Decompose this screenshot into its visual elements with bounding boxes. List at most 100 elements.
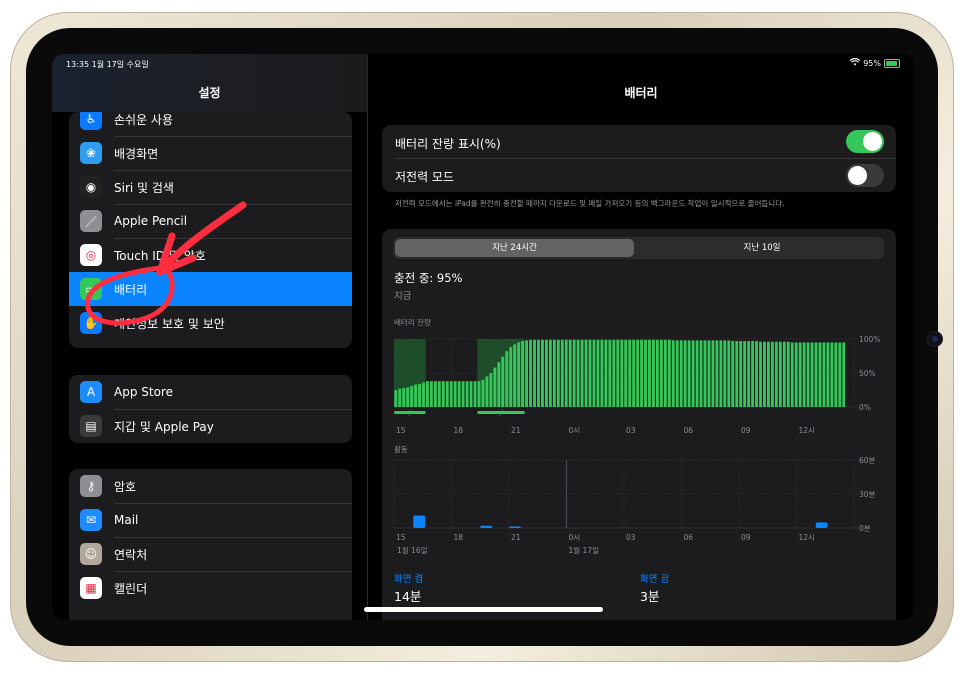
- battery-level-bar: [652, 339, 655, 407]
- sidebar-item-label: 손쉬운 사용: [114, 112, 174, 127]
- battery-level-bar: [655, 339, 659, 407]
- battery-level-bar: [449, 381, 453, 407]
- y-tick-label: 50%: [859, 369, 876, 378]
- sidebar-item-siri[interactable]: ◉ Siri 및 검색: [69, 170, 352, 204]
- battery-level-bar: [469, 381, 473, 407]
- x-tick-label: 09: [741, 533, 751, 542]
- sidebar-item-key[interactable]: ⚷ 암호: [69, 469, 352, 503]
- sidebar-item-mail[interactable]: ✉ Mail: [69, 503, 352, 537]
- battery-level-bar: [501, 356, 505, 407]
- battery-level-bar: [414, 384, 417, 407]
- tab-last-24-hours[interactable]: 지난 24시간: [395, 239, 634, 257]
- calendar-icon: ▦: [80, 577, 102, 599]
- activity-chart-title: 활동: [394, 444, 408, 454]
- battery-level-bar: [806, 342, 810, 407]
- battery-level-bar: [517, 342, 521, 407]
- battery-level-bar: [418, 383, 421, 407]
- tab-last-10-days[interactable]: 지난 10일: [642, 239, 882, 257]
- battery-level-bar: [473, 381, 477, 407]
- battery-level-bar: [723, 340, 727, 407]
- sidebar-item-label: 개인정보 보호 및 보안: [114, 316, 225, 331]
- low-power-label: 저전력 모드: [395, 170, 455, 184]
- battery-level-bar: [770, 341, 774, 407]
- sidebar-item-wallpaper[interactable]: ❀ 배경화면: [69, 136, 352, 170]
- sidebar-item-fingerprint[interactable]: ◎ Touch ID 및 암호: [69, 238, 352, 272]
- battery-level-bar: [735, 341, 739, 407]
- sidebar-item-label: App Store: [114, 385, 173, 399]
- battery-level-bar: [818, 342, 822, 407]
- battery-level-chart-title: 배터리 잔량: [394, 317, 431, 327]
- battery-level-bar: [437, 381, 441, 407]
- settings-group-3: ⚷ 암호 ✉ Mail ☺ 연락처 ▦ 캘린더: [69, 469, 352, 620]
- sidebar-item-hand[interactable]: ✋ 개인정보 보호 및 보안: [69, 306, 352, 340]
- x-tick-label: 09: [741, 426, 751, 433]
- battery-level-bar: [794, 342, 798, 407]
- status-right: 95%: [849, 58, 900, 68]
- battery-level-bar: [790, 342, 794, 407]
- battery-level-bar: [608, 339, 612, 407]
- ipad-screen: 13:35 1월 17일 수요일 설정 ♿ 손쉬운 사용 ❀ 배경화면 ◉ Siri 및 …: [52, 54, 914, 620]
- x-tick-label: 06: [684, 426, 694, 433]
- low-power-toggle[interactable]: [846, 164, 884, 187]
- sidebar-item-accessibility[interactable]: ♿ 손쉬운 사용: [69, 112, 352, 136]
- sidebar-item-pencil[interactable]: ／ Apple Pencil: [69, 204, 352, 238]
- hand-icon: ✋: [80, 312, 102, 334]
- sidebar-item-contacts[interactable]: ☺ 연락처: [69, 537, 352, 571]
- low-power-note: 저전력 모드에서는 iPad를 완전히 충전할 때까지 다운로드 및 메일 가져…: [395, 199, 785, 208]
- battery-level-bar: [580, 339, 584, 407]
- battery-level-bar: [588, 339, 592, 407]
- battery-level-bar: [429, 381, 433, 407]
- activity-bar: [509, 526, 521, 528]
- battery-level-bar: [759, 341, 762, 407]
- home-indicator[interactable]: [364, 607, 603, 612]
- sidebar-item-appstore[interactable]: A App Store: [69, 375, 352, 409]
- battery-level-chart: 배터리 잔량 ⚡ ⚡ 100% 50% 0% 15 18 21 0시 03 06 09 12시: [393, 317, 880, 433]
- battery-level-bar: [592, 339, 596, 407]
- fingerprint-icon: ◎: [80, 244, 102, 266]
- battery-level-bar: [691, 340, 695, 407]
- x-tick-label: 12시: [799, 426, 815, 433]
- settings-sidebar: 13:35 1월 17일 수요일 설정 ♿ 손쉬운 사용 ❀ 배경화면 ◉ Siri 및 …: [52, 54, 367, 620]
- wallpaper-icon: ❀: [80, 142, 102, 164]
- x-tick-label: 15: [396, 426, 406, 433]
- appstore-icon: A: [80, 381, 102, 403]
- battery-level-bar: [521, 341, 525, 407]
- battery-level-bar: [640, 339, 643, 407]
- battery-level-bar: [648, 339, 651, 407]
- battery-level-bar: [461, 381, 465, 407]
- y-tick-label: 100%: [859, 335, 880, 344]
- x-tick-label: 21: [511, 533, 521, 542]
- sidebar-item-calendar[interactable]: ▦ 캘린더: [69, 571, 352, 605]
- battery-level-bar: [576, 339, 580, 407]
- battery-detail-pane: 95% 배터리 배터리 잔량 표시(%) 저전력 모드 저전력 모드에서는 iP…: [368, 54, 914, 620]
- battery-level-bar: [604, 339, 608, 407]
- battery-status-icon: [884, 58, 900, 68]
- battery-level-bar: [572, 339, 576, 407]
- battery-icon: ▭: [80, 278, 102, 300]
- battery-percentage-toggle[interactable]: [846, 130, 884, 153]
- battery-level-bar: [810, 342, 814, 407]
- battery-level-bar: [715, 340, 719, 407]
- sidebar-item-label: 연락처: [114, 547, 148, 562]
- battery-level-bar: [707, 340, 711, 407]
- battery-level-bar: [636, 339, 640, 407]
- contacts-icon: ☺: [80, 543, 102, 565]
- x-tick-label: 0시: [569, 533, 581, 542]
- battery-level-bar: [505, 351, 509, 407]
- x-tick-label: 06: [684, 533, 694, 542]
- screen-off-label: 화면 끔: [640, 574, 670, 585]
- battery-percentage-label: 배터리 잔량 표시(%): [395, 137, 501, 151]
- battery-level-bar: [838, 342, 842, 407]
- sidebar-item-battery[interactable]: ▭ 배터리: [69, 272, 352, 306]
- battery-level-bar: [433, 381, 437, 407]
- sidebar-item-wallet[interactable]: ▤ 지갑 및 Apple Pay: [69, 409, 352, 443]
- siri-icon: ◉: [80, 176, 102, 198]
- battery-level-bar: [509, 347, 513, 407]
- x-tick-label: 18: [454, 533, 464, 542]
- battery-level-bar: [410, 385, 414, 407]
- battery-level-bar: [445, 381, 449, 407]
- battery-level-bar: [671, 340, 675, 407]
- charging-time: 지금: [394, 291, 412, 302]
- x-tick-label: 03: [626, 533, 636, 542]
- page-title: 배터리: [624, 86, 658, 100]
